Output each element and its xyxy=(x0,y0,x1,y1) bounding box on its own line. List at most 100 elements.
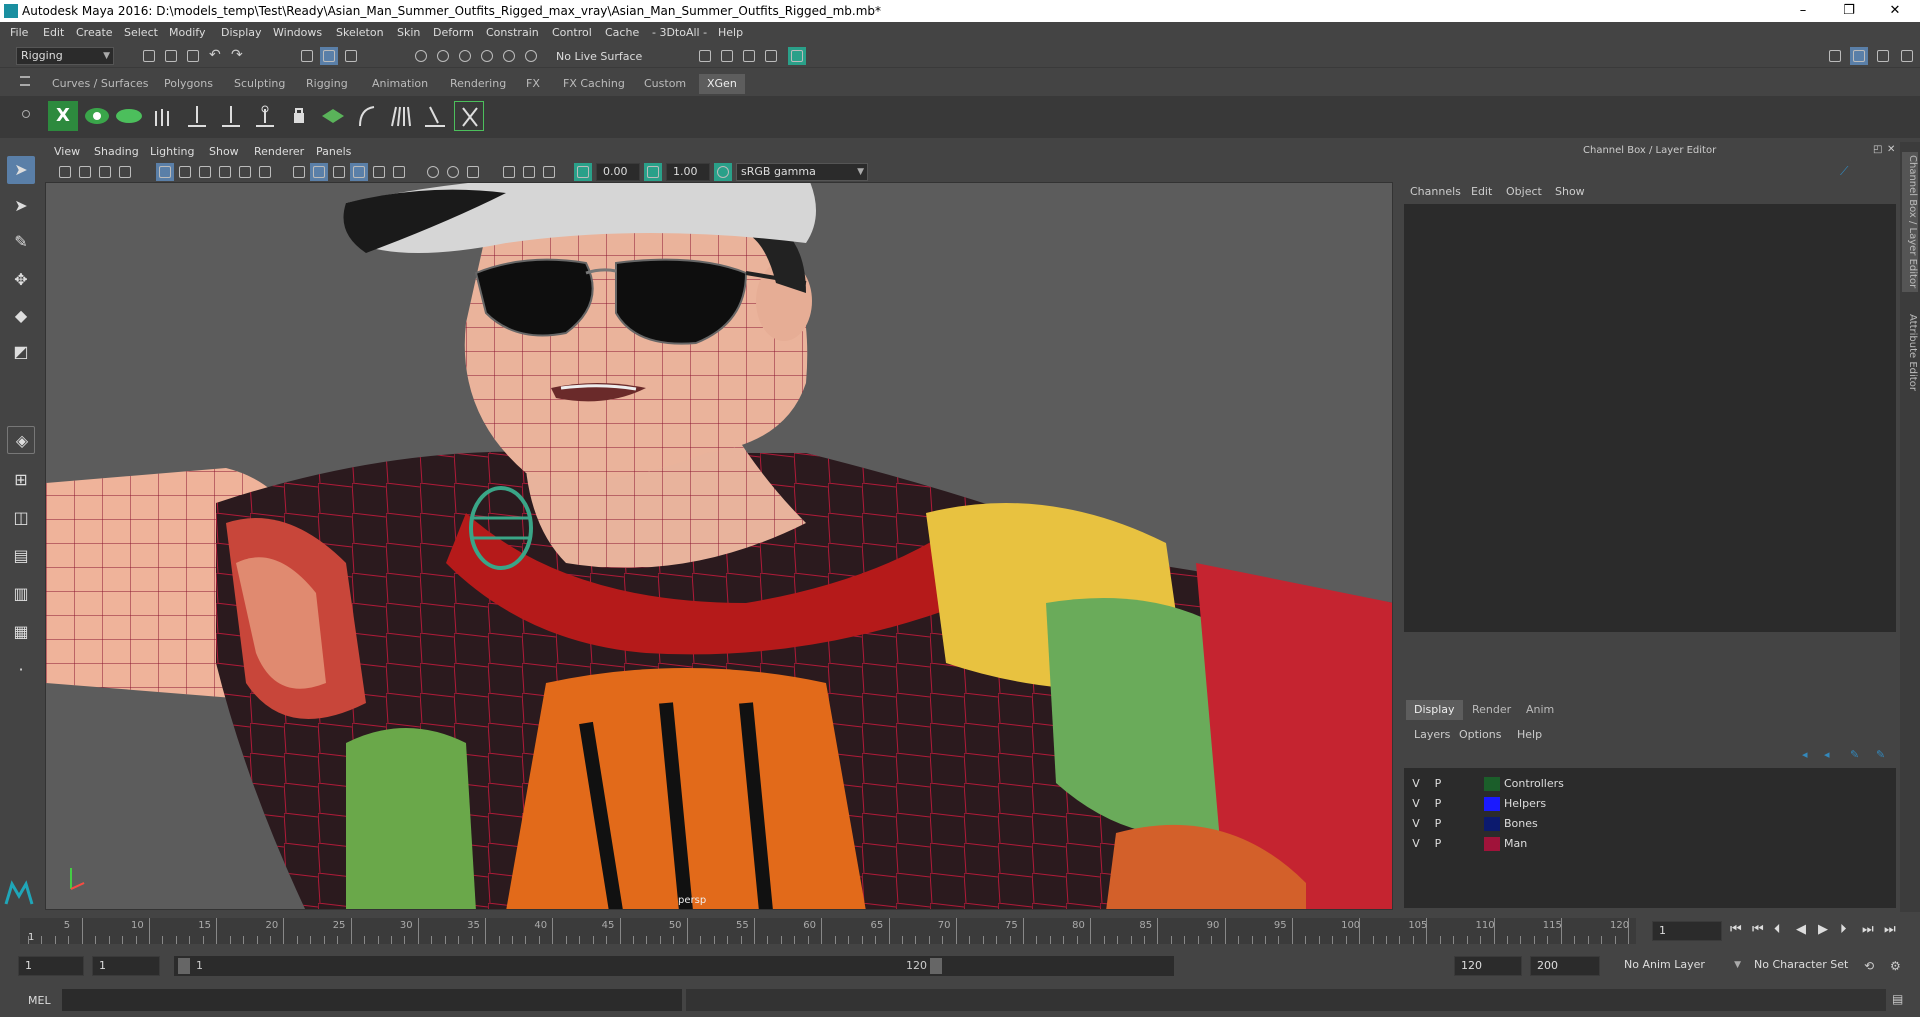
command-input[interactable] xyxy=(62,989,682,1011)
step-back-frame-icon[interactable]: ⏴ xyxy=(1774,922,1781,937)
outliner-persp-layout[interactable]: ▤ xyxy=(7,542,35,570)
rotate-tool[interactable]: ◆ xyxy=(7,302,35,330)
textured-icon[interactable] xyxy=(350,163,368,181)
snap-grid-icon[interactable] xyxy=(412,47,430,65)
xgen-guide-sculpt-icon[interactable] xyxy=(182,101,212,131)
menu-deform[interactable]: Deform xyxy=(433,26,474,39)
menu-windows[interactable]: Windows xyxy=(273,26,322,39)
menu-select[interactable]: Select xyxy=(124,26,158,39)
tab-custom[interactable]: Custom xyxy=(636,74,694,94)
auto-key-icon[interactable]: ⟲ xyxy=(1864,959,1874,973)
channel-menu-edit[interactable]: Edit xyxy=(1471,185,1492,198)
film-gate-icon[interactable] xyxy=(176,163,194,181)
motion-blur-icon[interactable] xyxy=(444,163,462,181)
channel-menu-channels[interactable]: Channels xyxy=(1410,185,1461,198)
time-slider[interactable]: 5 10 15 20 25 30 35 40 45 50 55 60 65 70 75 80 85 90 95 100… xyxy=(0,912,1920,950)
xgen-guide-place-icon[interactable] xyxy=(216,101,246,131)
menu-constrain[interactable]: Constrain xyxy=(486,26,539,39)
layer-visibility-toggle[interactable]: V xyxy=(1408,797,1424,810)
graph-persp-layout[interactable]: ▥ xyxy=(7,580,35,608)
tab-sculpting[interactable]: Sculpting xyxy=(226,74,293,94)
view-transform-dropdown[interactable]: sRGB gamma ▼ xyxy=(736,163,868,181)
tab-xgen[interactable]: XGen xyxy=(699,74,745,94)
select-tool[interactable]: ➤ xyxy=(7,156,35,184)
single-view-layout[interactable]: ◈ xyxy=(7,426,35,454)
move-layer-down-icon[interactable]: ◂ xyxy=(1824,748,1830,761)
layer-tab-render[interactable]: Render xyxy=(1464,700,1519,720)
character-set-dropdown[interactable]: No Character Set xyxy=(1750,957,1874,975)
render-settings-icon[interactable] xyxy=(740,47,758,65)
lasso-tool[interactable]: ➤ xyxy=(7,192,35,220)
redo-icon[interactable]: ↷ xyxy=(228,47,246,65)
scale-tool[interactable]: ◩ xyxy=(7,338,35,366)
wireframe-icon[interactable] xyxy=(290,163,308,181)
menu-display[interactable]: Display xyxy=(221,26,262,39)
xgen-grooming-icon[interactable] xyxy=(386,101,416,131)
safe-action-icon[interactable] xyxy=(256,163,274,181)
layer-playback-toggle[interactable]: P xyxy=(1430,837,1446,850)
snap-live-icon[interactable] xyxy=(522,47,540,65)
float-panel-icon[interactable]: ◰ xyxy=(1873,144,1882,155)
layer-menu-options[interactable]: Options xyxy=(1459,728,1501,741)
tab-rendering[interactable]: Rendering xyxy=(442,74,514,94)
layer-menu-help[interactable]: Help xyxy=(1517,728,1542,741)
layer-playback-toggle[interactable]: P xyxy=(1430,777,1446,790)
panel-menu-view[interactable]: View xyxy=(54,145,80,158)
select-hierarchy-icon[interactable] xyxy=(298,47,316,65)
menu-3dtoall[interactable]: - 3DtoAll - xyxy=(652,26,707,39)
hypershade-persp-layout[interactable]: ▦ xyxy=(7,618,35,646)
layer-tab-anim[interactable]: Anim xyxy=(1518,700,1562,720)
layer-playback-toggle[interactable]: P xyxy=(1430,817,1446,830)
live-surface-label[interactable]: No Live Surface xyxy=(556,50,642,63)
gate-mask-icon[interactable] xyxy=(216,163,234,181)
xgen-lock-icon[interactable] xyxy=(284,101,314,131)
snap-surface-icon[interactable] xyxy=(500,47,518,65)
panel-menu-lighting[interactable]: Lighting xyxy=(150,145,194,158)
channel-menu-object[interactable]: Object xyxy=(1506,185,1542,198)
playback-start-field[interactable]: 1 xyxy=(92,956,160,976)
tab-curves-surfaces[interactable]: Curves / Surfaces xyxy=(44,74,157,94)
menu-create[interactable]: Create xyxy=(76,26,113,39)
channel-box-list[interactable] xyxy=(1404,204,1896,632)
step-forward-frame-icon[interactable]: ⏵ xyxy=(1840,922,1847,937)
menu-skin[interactable]: Skin xyxy=(397,26,420,39)
xgen-guide-length-icon[interactable] xyxy=(250,101,280,131)
layer-row-helpers[interactable]: V P Helpers xyxy=(1408,794,1888,814)
layer-playback-toggle[interactable]: P xyxy=(1430,797,1446,810)
viewport-persp[interactable]: persp xyxy=(45,182,1393,910)
undo-icon[interactable]: ↶ xyxy=(206,47,224,65)
layer-color-swatch[interactable] xyxy=(1484,777,1500,791)
animation-end-field[interactable]: 200 xyxy=(1530,956,1600,976)
menu-modify[interactable]: Modify xyxy=(169,26,205,39)
lights-icon[interactable] xyxy=(370,163,388,181)
range-end-handle[interactable] xyxy=(930,958,942,974)
go-to-end-icon[interactable]: ⏭ xyxy=(1884,922,1896,937)
ambient-occlusion-icon[interactable] xyxy=(424,163,442,181)
anti-aliasing-icon[interactable] xyxy=(464,163,482,181)
layer-visibility-toggle[interactable]: V xyxy=(1408,777,1424,790)
ipr-render-icon[interactable] xyxy=(718,47,736,65)
time-slider-track[interactable]: 5 10 15 20 25 30 35 40 45 50 55 60 65 70 75 80 85 90 95 100… xyxy=(20,918,1636,944)
new-layer-selected-icon[interactable]: ✎ xyxy=(1876,748,1885,761)
xgen-description-icon[interactable] xyxy=(114,101,144,131)
tab-polygons[interactable]: Polygons xyxy=(156,74,221,94)
channel-box-toggle-icon[interactable] xyxy=(1850,47,1868,65)
animation-start-field[interactable]: 1 xyxy=(18,956,84,976)
xgen-preview-icon[interactable] xyxy=(82,101,112,131)
menu-help[interactable]: Help xyxy=(718,26,743,39)
isolate-select-icon[interactable] xyxy=(500,163,518,181)
range-start-handle[interactable] xyxy=(178,958,190,974)
minimize-button[interactable]: – xyxy=(1780,0,1826,22)
shelf-options-icon[interactable] xyxy=(22,110,30,118)
layout-more[interactable]: · xyxy=(7,656,35,684)
close-button[interactable]: ✕ xyxy=(1872,0,1918,22)
color-management-icon[interactable] xyxy=(714,163,732,181)
modeling-toolkit-icon[interactable] xyxy=(1826,47,1844,65)
range-bar[interactable]: 1 120 xyxy=(174,956,1174,976)
tab-animation[interactable]: Animation xyxy=(364,74,436,94)
step-forward-key-icon[interactable]: ⏭ xyxy=(1862,922,1874,937)
anim-layer-dropdown[interactable]: No Anim Layer ▼ xyxy=(1620,957,1744,975)
resolution-gate-icon[interactable] xyxy=(196,163,214,181)
tab-fx[interactable]: FX xyxy=(518,74,548,94)
layer-name[interactable]: Man xyxy=(1504,837,1527,850)
